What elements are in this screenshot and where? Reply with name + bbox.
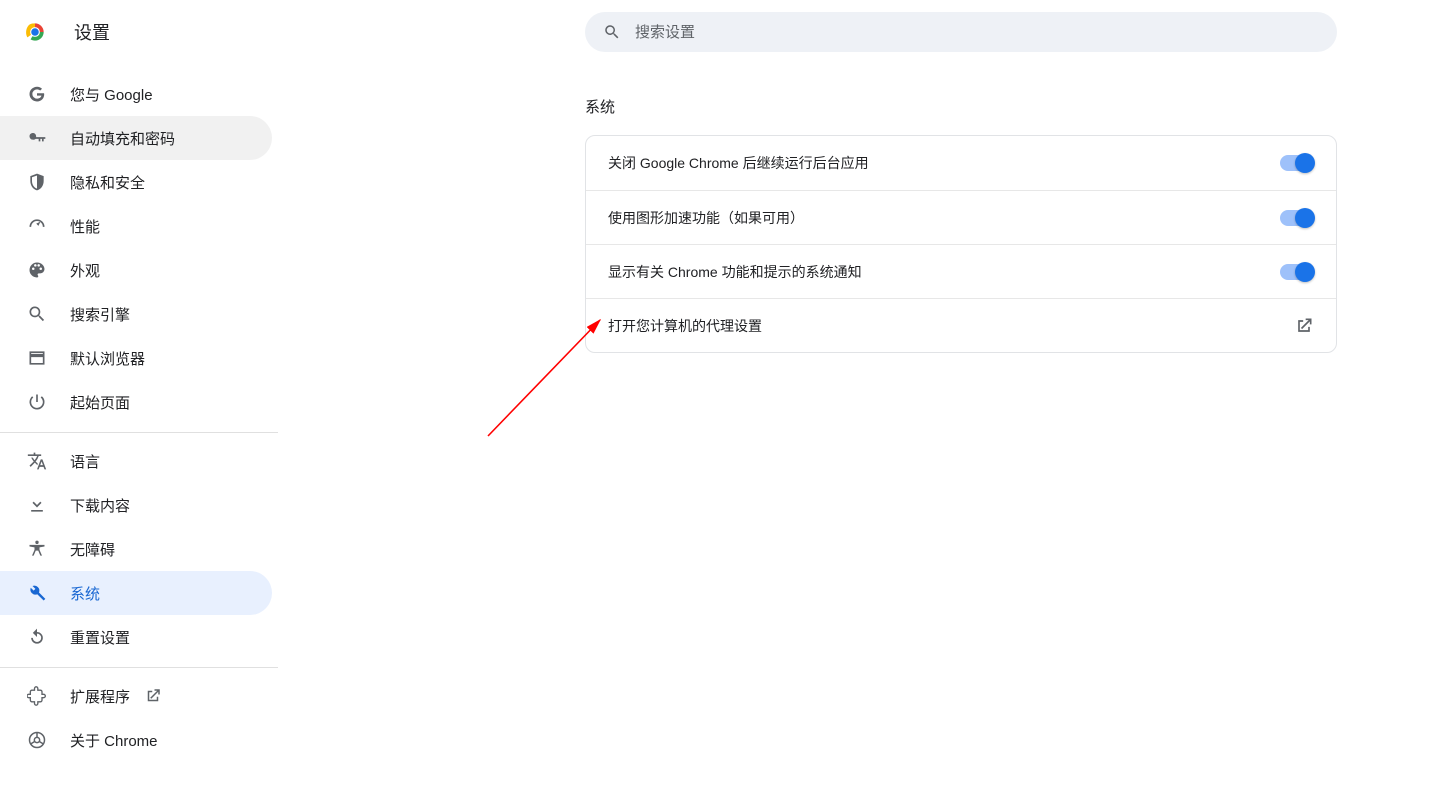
sidebar-item-label: 语言 [70, 451, 100, 472]
row-label: 打开您计算机的代理设置 [608, 316, 762, 336]
system-card: 关闭 Google Chrome 后继续运行后台应用 使用图形加速功能（如果可用… [585, 135, 1337, 353]
sidebar-divider [0, 667, 278, 668]
sidebar-item-label: 系统 [70, 583, 100, 604]
row-background-apps[interactable]: 关闭 Google Chrome 后继续运行后台应用 [586, 136, 1336, 190]
row-label: 使用图形加速功能（如果可用） [608, 208, 804, 228]
sidebar-item-label: 关于 Chrome [70, 730, 158, 751]
row-hardware-accel[interactable]: 使用图形加速功能（如果可用） [586, 190, 1336, 244]
sidebar-item-label: 起始页面 [70, 392, 130, 413]
sidebar-item-downloads[interactable]: 下载内容 [0, 483, 272, 527]
window-icon [26, 347, 48, 369]
sidebar-item-privacy[interactable]: 隐私和安全 [0, 160, 272, 204]
toggle-background-apps[interactable] [1280, 155, 1314, 171]
sidebar-item-reset[interactable]: 重置设置 [0, 615, 272, 659]
sidebar-item-accessibility[interactable]: 无障碍 [0, 527, 272, 571]
google-g-icon [26, 83, 48, 105]
sidebar-item-label: 无障碍 [70, 539, 115, 560]
speedometer-icon [26, 215, 48, 237]
sidebar-item-search-engine[interactable]: 搜索引擎 [0, 292, 272, 336]
sidebar-item-autofill[interactable]: 自动填充和密码 [0, 116, 272, 160]
magnifier-icon [26, 303, 48, 325]
power-icon [26, 391, 48, 413]
sidebar-item-startup[interactable]: 起始页面 [0, 380, 272, 424]
page-title: 设置 [74, 19, 110, 45]
palette-icon [26, 259, 48, 281]
header-left: 设置 [0, 19, 585, 45]
sidebar-item-performance[interactable]: 性能 [0, 204, 272, 248]
header: 设置 [0, 0, 1434, 64]
search-icon [603, 23, 621, 41]
sidebar-item-label: 扩展程序 [70, 686, 130, 707]
open-external-icon [144, 687, 162, 705]
reset-icon [26, 626, 48, 648]
sidebar: 您与 Google 自动填充和密码 隐私和安全 性能 外观 搜索引擎 [0, 72, 280, 762]
sidebar-item-label: 外观 [70, 260, 100, 281]
main-content: 系统 关闭 Google Chrome 后继续运行后台应用 使用图形加速功能（如… [585, 96, 1337, 353]
sidebar-item-language[interactable]: 语言 [0, 439, 272, 483]
row-notifications[interactable]: 显示有关 Chrome 功能和提示的系统通知 [586, 244, 1336, 298]
sidebar-item-label: 您与 Google [70, 84, 153, 105]
sidebar-item-label: 隐私和安全 [70, 172, 145, 193]
row-label: 关闭 Google Chrome 后继续运行后台应用 [608, 153, 869, 173]
row-label: 显示有关 Chrome 功能和提示的系统通知 [608, 262, 862, 282]
sidebar-item-label: 自动填充和密码 [70, 128, 175, 149]
accessibility-icon [26, 538, 48, 560]
section-title: 系统 [585, 96, 1337, 117]
chrome-logo-icon [22, 19, 48, 45]
sidebar-item-appearance[interactable]: 外观 [0, 248, 272, 292]
sidebar-item-about[interactable]: 关于 Chrome [0, 718, 272, 762]
sidebar-item-label: 重置设置 [70, 627, 130, 648]
sidebar-item-system[interactable]: 系统 [0, 571, 272, 615]
sidebar-item-label: 下载内容 [70, 495, 130, 516]
toggle-hardware-accel[interactable] [1280, 210, 1314, 226]
chrome-outline-icon [26, 729, 48, 751]
sidebar-item-extensions[interactable]: 扩展程序 [0, 674, 272, 718]
sidebar-item-google[interactable]: 您与 Google [0, 72, 272, 116]
translate-icon [26, 450, 48, 472]
sidebar-item-label: 搜索引擎 [70, 304, 130, 325]
search-settings[interactable] [585, 12, 1337, 52]
search-input[interactable] [635, 24, 1319, 41]
download-icon [26, 494, 48, 516]
sidebar-item-label: 默认浏览器 [70, 348, 145, 369]
sidebar-divider [0, 432, 278, 433]
sidebar-item-default-browser[interactable]: 默认浏览器 [0, 336, 272, 380]
wrench-icon [26, 582, 48, 604]
extension-icon [26, 685, 48, 707]
toggle-notifications[interactable] [1280, 264, 1314, 280]
key-icon [26, 127, 48, 149]
open-external-icon[interactable] [1294, 316, 1314, 336]
sidebar-item-label: 性能 [70, 216, 100, 237]
row-proxy-settings[interactable]: 打开您计算机的代理设置 [586, 298, 1336, 352]
shield-icon [26, 171, 48, 193]
